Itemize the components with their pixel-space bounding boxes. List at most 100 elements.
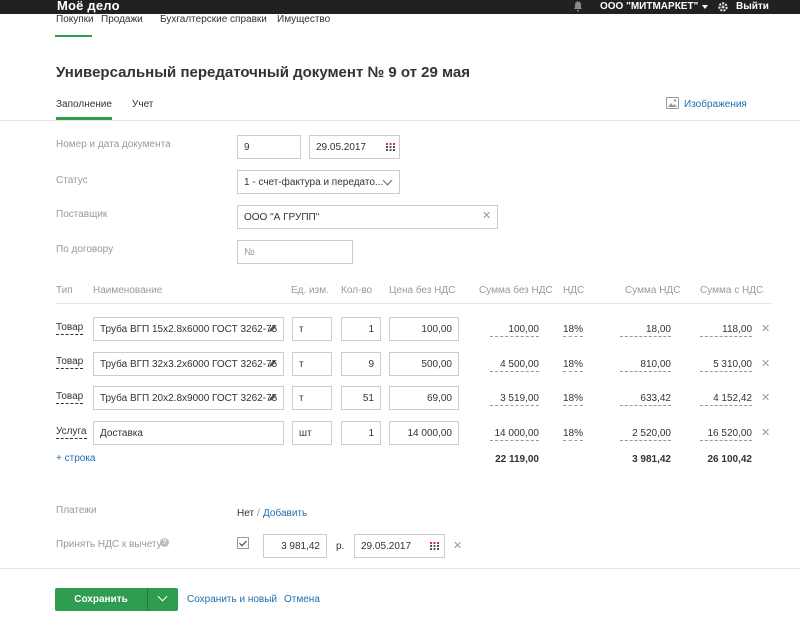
payments-label: Платежи (56, 505, 97, 516)
row-type-link[interactable]: Услуга (56, 426, 87, 439)
nav-accounting-reports[interactable]: Бухгалтерские справки (160, 14, 267, 25)
total-value[interactable]: 5 310,00 (700, 359, 752, 372)
doc-number-input[interactable]: 9 (237, 135, 301, 159)
contract-placeholder: № (244, 247, 255, 258)
payments-separator: / (257, 508, 260, 519)
payments-none: Нет (237, 508, 255, 519)
delete-row-icon[interactable]: ✕ (761, 428, 770, 439)
save-and-new-button[interactable]: Сохранить и новый (187, 594, 277, 605)
save-button-label: Сохранить (74, 594, 128, 605)
doc-number-label: Номер и дата документа (56, 139, 171, 150)
unit-input[interactable]: т (292, 352, 332, 376)
sum-value[interactable]: 14 000,00 (490, 428, 539, 441)
contract-label: По договору (56, 244, 114, 255)
vat-deduction-amount[interactable]: 3 981,42 (263, 534, 327, 558)
status-select[interactable]: 1 - счет-фактура и передато... (237, 170, 400, 194)
nav-property[interactable]: Имущество (277, 14, 330, 25)
pencil-icon[interactable] (268, 394, 276, 402)
vat-rate[interactable]: 18% (563, 359, 584, 372)
delete-row-icon[interactable]: ✕ (761, 359, 770, 370)
sub-navigation: Покупки Продажи Бухгалтерские справки Им… (0, 14, 800, 38)
calendar-icon[interactable] (386, 143, 395, 151)
price-input[interactable]: 500,00 (389, 352, 459, 376)
top-bar: Моё дело ООО "МИТМАРКЕТ" Выйти (0, 0, 800, 14)
item-name-input[interactable]: Труба ВГП 15x2.8x6000 ГОСТ 3262-75 (93, 317, 284, 341)
qty-input[interactable]: 9 (341, 352, 381, 376)
qty-input[interactable]: 1 (341, 421, 381, 445)
chevron-down-icon[interactable] (702, 5, 708, 9)
sum-value[interactable]: 3 519,00 (490, 393, 539, 406)
col-total: Сумма с НДС (700, 285, 764, 296)
unit-input[interactable]: шт (292, 421, 332, 445)
pencil-icon[interactable] (268, 325, 276, 333)
vat-sum-value[interactable]: 633,42 (620, 393, 671, 406)
supplier-input[interactable]: ООО "А ГРУПП" (237, 205, 498, 229)
cancel-button[interactable]: Отмена (284, 594, 320, 605)
table-header-divider (56, 303, 771, 304)
organization-selector[interactable]: ООО "МИТМАРКЕТ" (600, 1, 698, 12)
gear-icon[interactable] (717, 1, 729, 13)
total-vat-sum: 3 981,42 (632, 454, 671, 465)
supplier-label: Поставщик (56, 209, 108, 220)
qty-input[interactable]: 51 (341, 386, 381, 410)
col-sum: Сумма без НДС (479, 285, 553, 296)
app-logo[interactable]: Моё дело (57, 0, 120, 13)
clear-icon[interactable]: ✕ (453, 541, 462, 552)
col-vat-sum: Сумма НДС (625, 285, 681, 296)
tab-accounting[interactable]: Учет (132, 99, 153, 110)
price-input[interactable]: 100,00 (389, 317, 459, 341)
sum-value[interactable]: 4 500,00 (490, 359, 539, 372)
status-label: Статус (56, 175, 88, 186)
pencil-icon[interactable] (268, 360, 276, 368)
total-value[interactable]: 16 520,00 (700, 428, 752, 441)
add-payment-link[interactable]: Добавить (263, 508, 307, 519)
unit-input[interactable]: т (292, 317, 332, 341)
chevron-down-icon[interactable] (157, 591, 168, 602)
delete-row-icon[interactable]: ✕ (761, 393, 770, 404)
images-link[interactable]: Изображения (684, 99, 747, 110)
add-row-button[interactable]: + строка (56, 453, 95, 464)
save-button[interactable]: Сохранить (55, 588, 178, 611)
col-name: Наименование (93, 285, 163, 296)
col-price: Цена без НДС (389, 285, 456, 296)
vat-sum-value[interactable]: 18,00 (620, 324, 671, 337)
total-value[interactable]: 4 152,42 (700, 393, 752, 406)
tab-filling[interactable]: Заполнение (56, 99, 112, 110)
item-name-input[interactable]: Труба ВГП 20x2.8x9000 ГОСТ 3262-75 (93, 386, 284, 410)
nav-sales[interactable]: Продажи (101, 14, 143, 25)
price-input[interactable]: 69,00 (389, 386, 459, 410)
price-input[interactable]: 14 000,00 (389, 421, 459, 445)
vat-rate[interactable]: 18% (563, 324, 584, 337)
vat-deduction-checkbox[interactable] (237, 537, 249, 549)
nav-purchases[interactable]: Покупки (56, 14, 94, 25)
vat-rate[interactable]: 18% (563, 428, 584, 441)
col-unit: Ед. изм. (291, 285, 329, 296)
save-split-divider (147, 588, 148, 611)
item-name-input[interactable]: Труба ВГП 32x3.2x6000 ГОСТ 3262-75 (93, 352, 284, 376)
checkmark-icon (239, 538, 247, 547)
item-name-input[interactable]: Доставка (93, 421, 284, 445)
contract-input[interactable]: № (237, 240, 353, 264)
vat-sum-value[interactable]: 2 520,00 (620, 428, 671, 441)
vat-rate[interactable]: 18% (563, 393, 584, 406)
total-sum: 22 119,00 (495, 454, 539, 465)
footer-divider (0, 568, 800, 569)
page-title: Универсальный передаточный документ № 9 … (56, 64, 471, 81)
calendar-icon[interactable] (430, 542, 439, 550)
delete-row-icon[interactable]: ✕ (761, 324, 770, 335)
sum-value[interactable]: 100,00 (490, 324, 539, 337)
image-icon[interactable] (666, 97, 679, 109)
help-icon[interactable]: ? (160, 538, 169, 547)
row-type-link[interactable]: Товар (56, 391, 84, 404)
logout-button[interactable]: Выйти (736, 1, 769, 12)
qty-input[interactable]: 1 (341, 317, 381, 341)
total-value[interactable]: 118,00 (700, 324, 752, 337)
row-type-link[interactable]: Товар (56, 322, 84, 335)
unit-input[interactable]: т (292, 386, 332, 410)
currency-label: р. (336, 541, 345, 552)
row-type-link[interactable]: Товар (56, 356, 84, 369)
clear-icon[interactable]: ✕ (482, 211, 491, 222)
grand-total: 26 100,42 (707, 454, 753, 465)
bell-icon[interactable] (573, 1, 583, 12)
vat-sum-value[interactable]: 810,00 (620, 359, 671, 372)
